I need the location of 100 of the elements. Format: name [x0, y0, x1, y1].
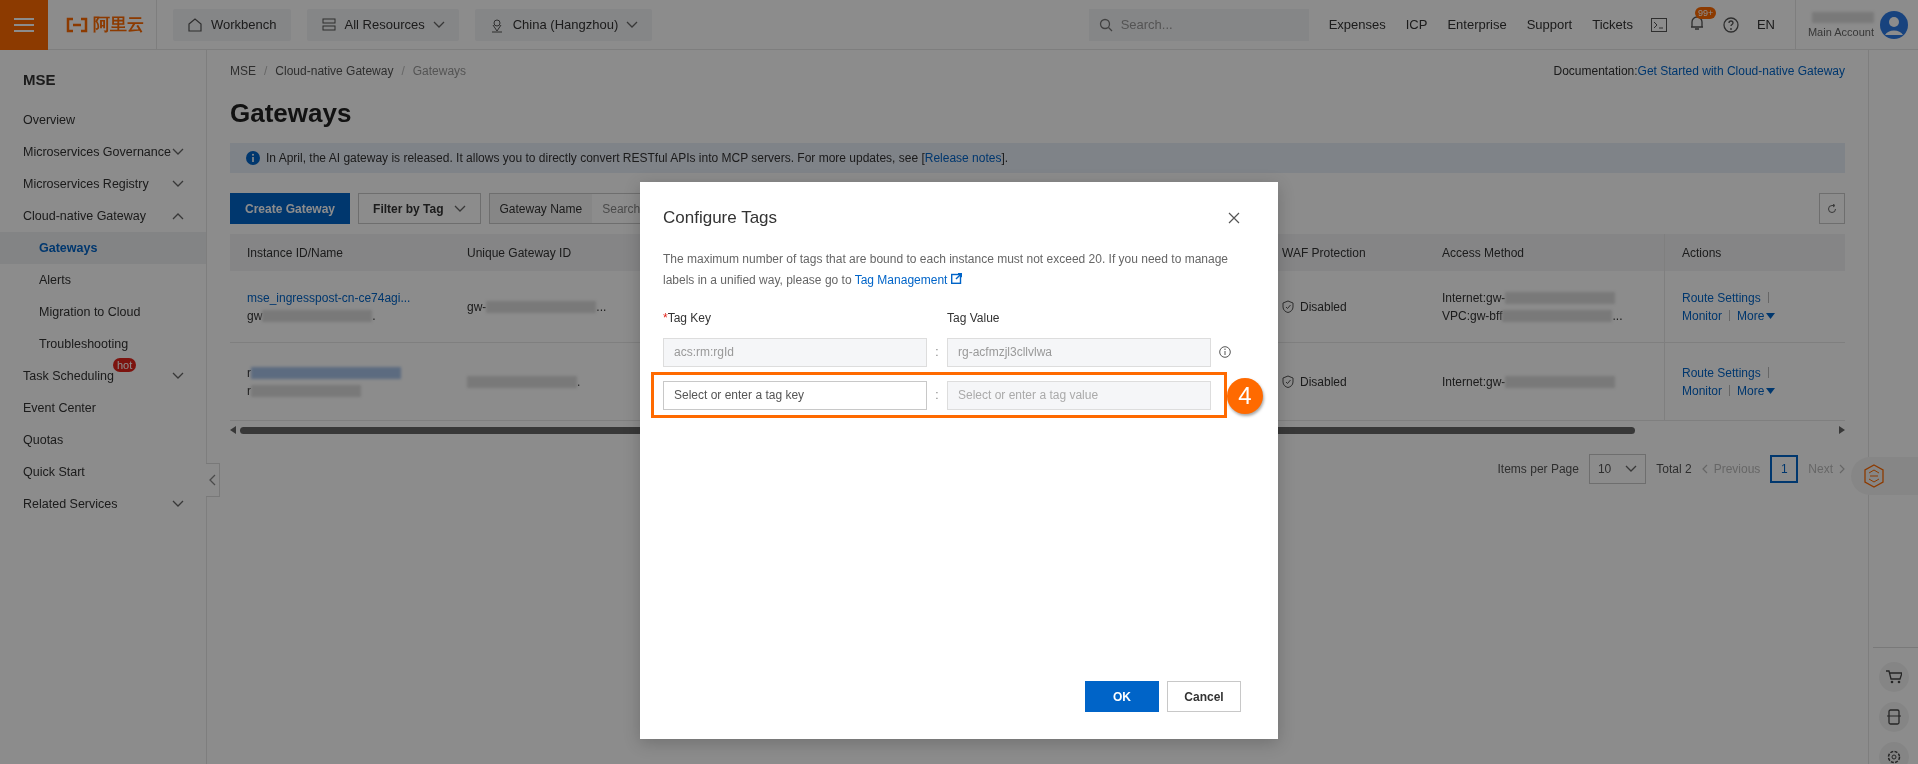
action-link[interactable]: Route Settings — [1682, 290, 1761, 305]
settings-icon[interactable] — [1886, 749, 1902, 764]
cell-text: r — [247, 365, 251, 380]
top-link[interactable]: Support — [1526, 17, 1573, 32]
page-size-select[interactable]: 10 — [1588, 454, 1647, 484]
chevron-icon[interactable] — [432, 20, 445, 29]
hexagon-icon[interactable] — [1861, 463, 1887, 489]
breadcrumb-item[interactable]: MSE — [230, 64, 256, 78]
top-link[interactable]: ICP — [1405, 17, 1428, 32]
stack-icon — [320, 16, 337, 33]
total-count: Total 2 — [1656, 462, 1692, 476]
breadcrumb-separator: / — [401, 64, 405, 78]
page-button[interactable]: 1 — [1770, 455, 1799, 483]
waf-status: Disabled — [1300, 299, 1347, 314]
sidebar-item[interactable]: Microservices Registry — [0, 168, 206, 200]
items-per-page-label: Items per Page — [1497, 462, 1579, 476]
language-button[interactable]: EN — [1756, 17, 1775, 32]
sidebar-item[interactable]: Quick Start — [0, 456, 206, 488]
sidebar-item[interactable]: Related Services — [0, 488, 206, 520]
create-gateway-button[interactable]: Create Gateway — [230, 193, 351, 224]
chevron-icon[interactable] — [172, 148, 184, 156]
cell-text: VPC:gw-bff — [1442, 308, 1503, 323]
sidebar-item[interactable]: Quotas — [0, 424, 206, 456]
sidebar-item[interactable]: Alerts — [0, 264, 206, 296]
documentation-label: Documentation: — [1553, 64, 1638, 78]
scroll-right-icon[interactable] — [1839, 426, 1845, 434]
refresh-icon[interactable] — [1827, 203, 1837, 214]
chevron-icon[interactable] — [172, 372, 184, 380]
column-header: WAF Protection — [1282, 245, 1366, 260]
info-icon — [246, 151, 260, 165]
tag-key-field[interactable]: Select or enter a tag key — [663, 380, 927, 410]
column-header: Unique Gateway ID — [467, 245, 572, 260]
cancel-button[interactable]: Cancel — [1167, 681, 1241, 712]
close-icon[interactable] — [1228, 212, 1240, 224]
filter-button[interactable]: Filter by Tag — [358, 193, 481, 224]
sidebar-item[interactable]: Gateways — [0, 232, 206, 264]
sidebar-item[interactable]: Overview — [0, 104, 206, 136]
separator-text: : — [934, 388, 940, 402]
sidebar-title: MSE — [22, 70, 57, 90]
nav-button[interactable]: All Resources — [306, 8, 459, 41]
top-link[interactable]: Expenses — [1328, 17, 1386, 32]
breadcrumb-separator: / — [264, 64, 268, 78]
account-type: Main Account — [1807, 25, 1874, 38]
action-link[interactable]: Route Settings — [1682, 365, 1761, 380]
documentation-link[interactable]: Get Started with Cloud-native Gateway — [1637, 64, 1845, 78]
sidebar-item[interactable]: Cloud-native Gateway — [0, 200, 206, 232]
hot-badge: hot — [113, 358, 137, 372]
sidebar-item[interactable]: Migration to Cloud — [0, 296, 206, 328]
action-link[interactable]: Monitor — [1682, 383, 1722, 398]
chevron-icon[interactable] — [1625, 465, 1638, 473]
sidebar-item[interactable]: Event Center — [0, 392, 206, 424]
cell-text: . — [577, 374, 581, 389]
chevron-icon[interactable] — [172, 212, 184, 220]
refresh-button[interactable] — [1819, 193, 1845, 224]
cart-icon[interactable] — [1886, 670, 1902, 684]
bell-icon[interactable] — [1688, 15, 1705, 31]
column-header: Instance ID/Name — [247, 245, 344, 260]
menu-button[interactable] — [0, 0, 48, 50]
sidebar-item[interactable]: Task Scheduling hot — [0, 360, 206, 392]
breadcrumb-item[interactable]: Cloud-native Gateway — [275, 64, 394, 78]
avatar-icon[interactable] — [1880, 10, 1908, 39]
field-label: Tag Value — [947, 311, 1001, 327]
tag-management-link[interactable]: Tag Management — [854, 273, 962, 287]
info-icon[interactable] — [1219, 346, 1231, 358]
collapse-handle[interactable] — [206, 463, 220, 497]
nav-button[interactable]: China (Hangzhou) — [474, 8, 653, 41]
step-badge: 4 — [1227, 378, 1263, 414]
assistant-button[interactable] — [1851, 457, 1918, 495]
more-dropdown[interactable]: More — [1737, 308, 1776, 323]
caret-down-icon[interactable] — [1766, 387, 1776, 394]
menu-icon[interactable] — [14, 16, 34, 33]
terminal-icon[interactable] — [1650, 17, 1667, 32]
column-header: Actions — [1682, 245, 1722, 260]
top-link[interactable]: Tickets — [1592, 17, 1633, 32]
top-link[interactable]: Enterprise — [1447, 17, 1507, 32]
chevron-left-icon[interactable] — [209, 474, 216, 486]
scroll-left-icon[interactable] — [230, 426, 236, 434]
mobile-app-button[interactable] — [1879, 702, 1909, 732]
cell-text: gw- — [467, 299, 487, 314]
action-link[interactable]: Monitor — [1682, 308, 1722, 323]
sidebar-item[interactable]: Microservices Governance — [0, 136, 206, 168]
phone-icon[interactable] — [1887, 709, 1901, 725]
help-icon[interactable] — [1722, 16, 1739, 33]
cart-button[interactable] — [1879, 662, 1909, 692]
chevron-icon[interactable] — [172, 500, 184, 508]
caret-down-icon[interactable] — [1766, 312, 1776, 319]
settings-button[interactable] — [1879, 742, 1909, 764]
chevron-icon[interactable] — [172, 180, 184, 188]
cell-text: Internet:gw- — [1442, 374, 1506, 389]
ok-button[interactable]: OK — [1085, 681, 1159, 712]
external-link-icon[interactable] — [950, 273, 962, 284]
instance-link[interactable]: mse_ingresspost-cn-ce74agi... — [247, 290, 411, 305]
cell-text: ... — [1612, 308, 1623, 323]
chevron-icon[interactable] — [453, 204, 466, 213]
logo-text: 阿里云 — [93, 14, 144, 36]
dialog-description: The maximum number of tags that are bound to each instance must not exceed 20. If you need to manage labels in a unified way, please go to Tag Management — [663, 251, 1229, 289]
search-icon — [1098, 17, 1113, 32]
chevron-icon[interactable] — [626, 20, 639, 29]
nav-button[interactable]: Workbench — [173, 8, 291, 41]
more-dropdown[interactable]: More — [1737, 383, 1776, 398]
